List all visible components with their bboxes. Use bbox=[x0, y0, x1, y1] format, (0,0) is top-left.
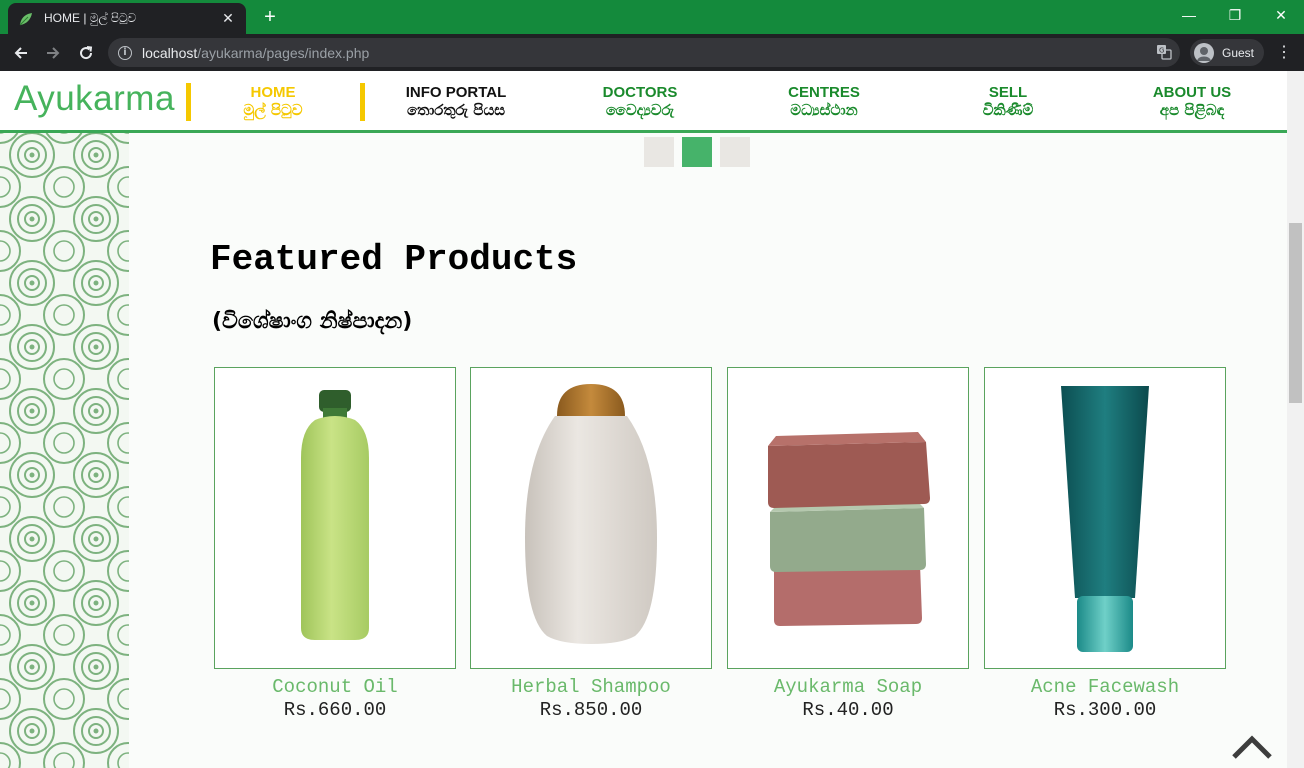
profile-button[interactable]: Guest bbox=[1190, 39, 1265, 66]
carousel-dot[interactable] bbox=[720, 137, 750, 167]
close-window-button[interactable]: ✕ bbox=[1258, 0, 1304, 30]
browser-tab[interactable]: HOME | මුල් පිටුව ✕ bbox=[8, 3, 246, 34]
page-viewport: Ayukarma HOME මුල් පිටුව INFO PORTAL තොරතු… bbox=[0, 71, 1304, 768]
carousel-dot-active[interactable] bbox=[682, 137, 712, 167]
back-to-top-button[interactable] bbox=[1230, 731, 1274, 761]
featured-subtitle: (විශේෂාංග නිෂ්පාදන) bbox=[212, 309, 413, 334]
product-price: Rs.850.00 bbox=[539, 699, 643, 721]
nav-divider bbox=[186, 83, 191, 121]
restore-button[interactable]: ❐ bbox=[1212, 0, 1258, 30]
product-card-acne-facewash[interactable] bbox=[984, 367, 1226, 669]
product-price: Rs.300.00 bbox=[1053, 699, 1157, 721]
reload-icon bbox=[80, 46, 93, 60]
product-name[interactable]: Acne Facewash bbox=[984, 676, 1226, 698]
product-price: Rs.660.00 bbox=[283, 699, 387, 721]
translate-icon[interactable]: G bbox=[1156, 44, 1172, 60]
nav-about-us[interactable]: ABOUT US අප පිළිබඳ bbox=[1134, 84, 1250, 120]
product-card-ayukarma-soap[interactable] bbox=[727, 367, 969, 669]
back-button[interactable] bbox=[8, 40, 34, 66]
avatar-icon bbox=[1194, 42, 1214, 63]
shampoo-bottle-image bbox=[525, 384, 657, 644]
nav-divider bbox=[360, 83, 365, 121]
browser-tab-bar: HOME | මුල් පිටුව ✕ + — ❐ ✕ bbox=[0, 0, 1304, 34]
browser-menu-icon[interactable]: ⋮ bbox=[1276, 42, 1292, 64]
tab-title: HOME | මුල් පිටුව bbox=[44, 11, 137, 25]
coconut-oil-bottle-image bbox=[301, 390, 369, 640]
product-price: Rs.40.00 bbox=[802, 699, 894, 721]
nav-home[interactable]: HOME මුල් පිටුව bbox=[222, 84, 324, 120]
soap-bars-image bbox=[768, 432, 930, 626]
product-name[interactable]: Herbal Shampoo bbox=[470, 676, 712, 698]
decorative-pattern bbox=[0, 133, 129, 768]
svg-text:G: G bbox=[1159, 47, 1164, 55]
minimize-button[interactable]: — bbox=[1166, 0, 1212, 30]
scrollbar-thumb[interactable] bbox=[1289, 223, 1302, 403]
carousel-indicators bbox=[644, 137, 750, 167]
reload-button[interactable] bbox=[73, 40, 99, 66]
browser-toolbar: i localhost/ayukarma/pages/index.php G G… bbox=[0, 34, 1304, 71]
nav-centres[interactable]: CENTRES මධ්‍යස්ථාන bbox=[764, 84, 884, 120]
info-icon[interactable]: i bbox=[118, 45, 132, 60]
close-tab-icon[interactable]: ✕ bbox=[220, 10, 236, 27]
chevron-up-icon bbox=[1232, 735, 1272, 759]
new-tab-button[interactable]: + bbox=[258, 5, 282, 29]
product-name[interactable]: Ayukarma Soap bbox=[727, 676, 969, 698]
facewash-tube-image bbox=[1061, 386, 1149, 652]
product-card-coconut-oil[interactable] bbox=[214, 367, 456, 669]
arrow-left-icon bbox=[14, 47, 27, 59]
url-text: localhost/ayukarma/pages/index.php bbox=[142, 44, 370, 61]
arrow-right-icon bbox=[47, 47, 60, 59]
address-bar[interactable]: i localhost/ayukarma/pages/index.php G bbox=[108, 38, 1180, 67]
nav-sell[interactable]: SELL විකිණීම් bbox=[952, 84, 1064, 120]
nav-doctors[interactable]: DOCTORS වෛද්‍යවරු bbox=[580, 84, 700, 120]
site-logo[interactable]: Ayukarma bbox=[14, 79, 175, 119]
profile-name: Guest bbox=[1222, 45, 1255, 60]
product-card-herbal-shampoo[interactable] bbox=[470, 367, 712, 669]
page-scrollbar[interactable] bbox=[1287, 71, 1304, 768]
leaf-favicon-icon bbox=[18, 11, 34, 27]
featured-title: Featured Products bbox=[210, 239, 578, 280]
carousel-dot[interactable] bbox=[644, 137, 674, 167]
product-name[interactable]: Coconut Oil bbox=[214, 676, 456, 698]
forward-button[interactable] bbox=[40, 40, 66, 66]
nav-info-portal[interactable]: INFO PORTAL තොරතුරු පියස bbox=[384, 84, 528, 120]
site-header: Ayukarma HOME මුල් පිටුව INFO PORTAL තොරතු… bbox=[0, 71, 1287, 133]
